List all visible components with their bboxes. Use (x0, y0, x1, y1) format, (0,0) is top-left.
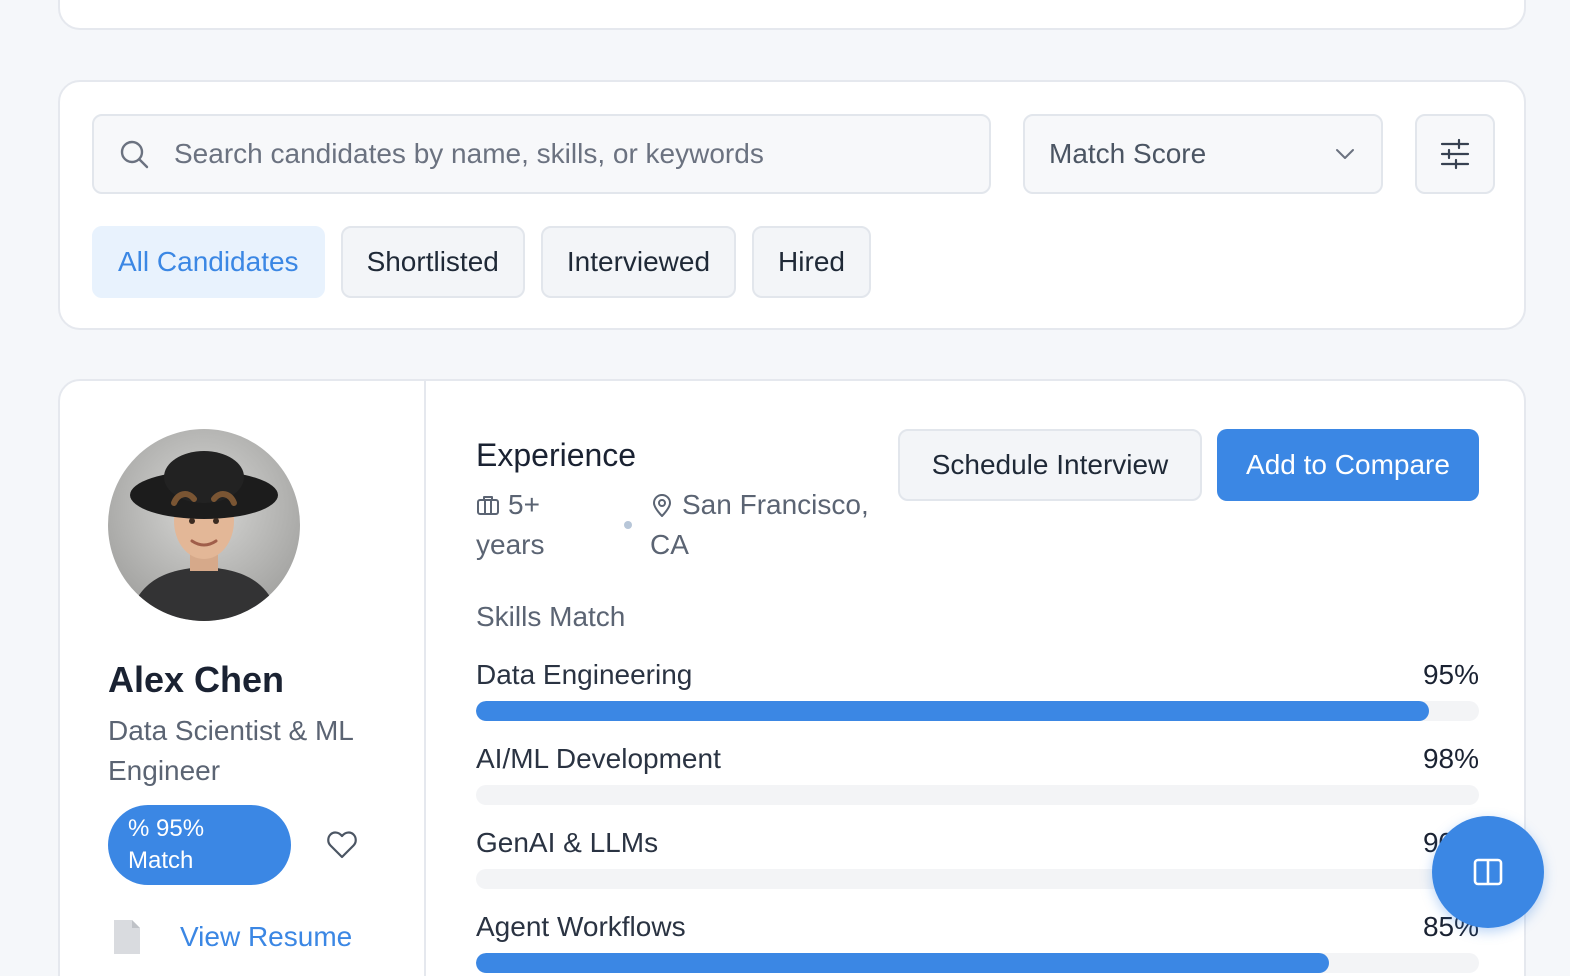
skill-progress-fill (476, 953, 1329, 973)
separator-dot (624, 521, 632, 529)
map-pin-icon (653, 494, 671, 517)
filter-settings-button[interactable] (1415, 114, 1495, 194)
search-box[interactable] (92, 114, 991, 194)
candidate-tabs: All Candidates Shortlisted Interviewed H… (92, 226, 871, 298)
skill-progress-track (476, 869, 1479, 889)
location: San Francisco, CA (650, 485, 890, 565)
document-icon (114, 920, 140, 954)
search-input[interactable] (174, 138, 954, 170)
skill-percent: 98% (1422, 743, 1479, 774)
candidate-title: Data Scientist & ML Engineer (108, 715, 353, 786)
skill-row: AI/ML Development 98% (476, 743, 1479, 813)
candidate-card: Alex Chen Data Scientist & ML Engineer %… (58, 379, 1526, 976)
heart-icon[interactable] (326, 829, 358, 861)
skill-label: AI/ML Development (476, 743, 721, 774)
sliders-icon (1440, 138, 1470, 170)
briefcase-icon (477, 496, 499, 515)
location-text: San Francisco, CA (650, 489, 869, 560)
skills-match-heading: Skills Match (476, 601, 626, 632)
tab-shortlisted[interactable]: Shortlisted (340, 226, 525, 298)
skill-label: Agent Workflows (476, 911, 686, 942)
skill-progress-track (476, 785, 1479, 805)
chevron-down-icon (1336, 149, 1354, 159)
skill-progress-fill (476, 701, 1429, 721)
add-to-compare-button[interactable]: Add to Compare (1217, 429, 1479, 501)
skill-label: GenAI & LLMs (476, 827, 659, 858)
experience-heading: Experience (476, 437, 637, 473)
candidate-name: Alex Chen (108, 659, 285, 700)
skill-row: Data Engineering 95% (476, 659, 1479, 729)
sort-select[interactable]: Match Score (1023, 114, 1383, 194)
previous-card (58, 0, 1526, 30)
filter-panel: Match Score All Candidates Shortlisted I… (58, 80, 1526, 330)
schedule-interview-button[interactable]: Schedule Interview (898, 429, 1202, 501)
sort-selected-value: Match Score (1049, 138, 1207, 169)
skill-progress-track (476, 701, 1479, 721)
skill-label: Data Engineering (476, 659, 693, 690)
match-badge: % 95% Match (108, 805, 291, 885)
skill-row: GenAI & LLMs 90% (476, 827, 1479, 897)
search-icon (120, 140, 149, 169)
tab-interviewed[interactable]: Interviewed (540, 226, 737, 298)
candidate-details: Experience 5+ years San Francisco, CA Sc… (476, 381, 1524, 976)
candidate-profile: Alex Chen Data Scientist & ML Engineer %… (60, 381, 426, 976)
tab-hired[interactable]: Hired (752, 226, 871, 298)
avatar (108, 429, 300, 621)
skill-row: Agent Workflows 85% (476, 911, 1479, 976)
tab-all-candidates[interactable]: All Candidates (92, 226, 325, 298)
compare-fab-button[interactable] (1432, 816, 1544, 928)
columns-icon (1473, 858, 1503, 886)
skill-percent: 95% (1422, 659, 1479, 690)
experience-years: 5+ years (476, 485, 596, 565)
skill-progress-track (476, 953, 1479, 973)
view-resume-link[interactable]: View Resume (180, 921, 352, 953)
